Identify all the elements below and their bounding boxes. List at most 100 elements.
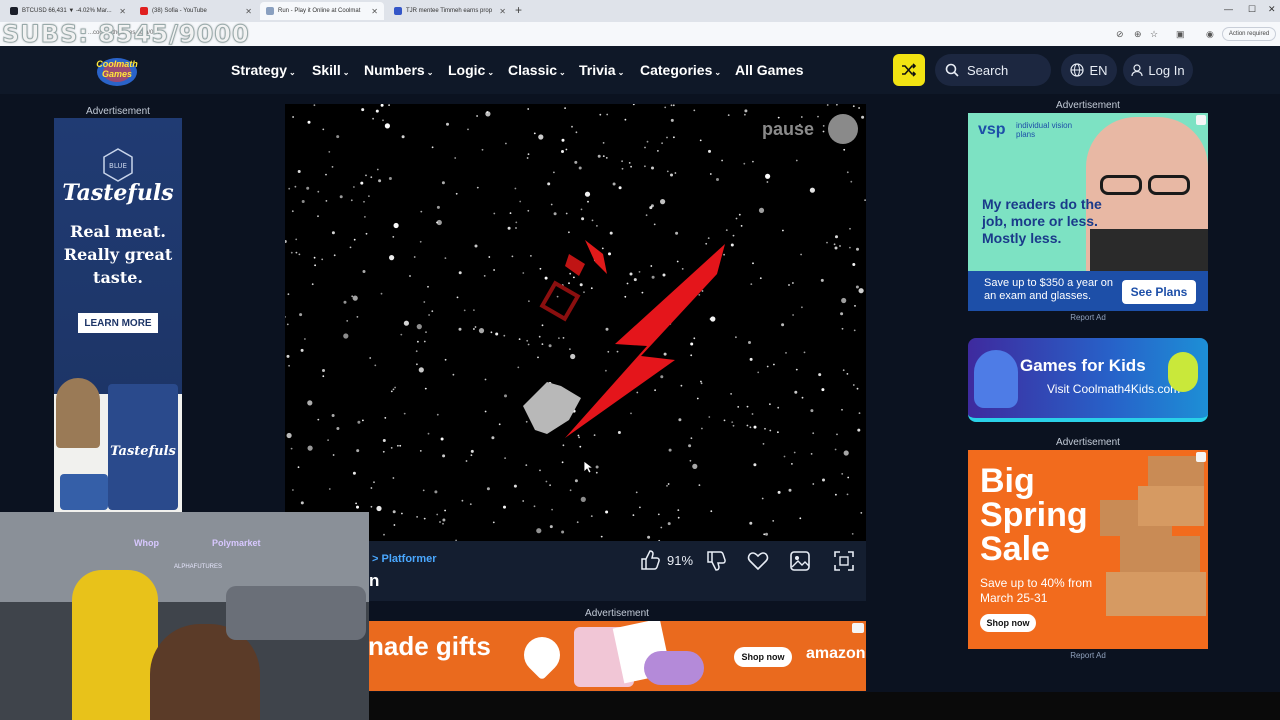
action-required-button[interactable]: Action required	[1222, 27, 1276, 41]
game-canvas[interactable]: pause	[285, 104, 866, 541]
chevron-down-icon: ⌄	[426, 68, 434, 77]
learn-more-button[interactable]: LEARN MORE	[78, 313, 158, 333]
close-icon[interactable]: ✕	[499, 7, 506, 16]
vsp-offer: Save up to $350 a year on an exam and gl…	[984, 277, 1114, 302]
browser-tab[interactable]: (38) Sofia - YouTube ✕	[134, 2, 258, 20]
nav-label: Skill	[312, 62, 341, 78]
language-button[interactable]: EN	[1061, 54, 1117, 86]
see-plans-button[interactable]: See Plans	[1122, 280, 1196, 304]
vsp-ad[interactable]: vsp individual vision plans My readers d…	[968, 113, 1208, 311]
fullscreen-icon[interactable]	[833, 550, 855, 572]
runner-character	[523, 382, 581, 434]
youtube-icon	[140, 7, 148, 15]
ad-brand: Tastefuls	[62, 180, 174, 206]
close-icon[interactable]: ✕	[371, 7, 378, 16]
eye-off-icon[interactable]: ⊘	[1116, 29, 1124, 40]
small-bag-image	[60, 474, 108, 510]
nav-numbers[interactable]: Numbers ⌄	[364, 62, 433, 78]
ad-label: Advertisement	[1056, 100, 1120, 111]
nav-classic[interactable]: Classic ⌄	[508, 62, 566, 78]
browser-tab[interactable]: TJR mentee Timmeh earns prop ✕	[388, 2, 512, 20]
star-icon[interactable]: ☆	[1150, 29, 1158, 40]
login-label: Log In	[1148, 62, 1185, 78]
report-ad-link[interactable]: Report Ad	[968, 651, 1208, 660]
maximize-icon[interactable]: ☐	[1248, 4, 1256, 15]
alien-mascot-image	[1168, 352, 1198, 392]
cat-image	[56, 378, 100, 448]
thumbs-down-icon[interactable]	[705, 550, 727, 572]
shop-now-button[interactable]: Shop now	[734, 647, 792, 667]
tab-title: BTCUSD 66,431 ▼ -4.02% Mar...	[22, 8, 112, 14]
news-icon	[394, 7, 402, 15]
thumbs-up-icon[interactable]	[639, 549, 661, 571]
language-label: EN	[1089, 62, 1108, 78]
breadcrumb[interactable]: > Platformer	[372, 553, 437, 565]
neon-sign: Polymarket	[212, 538, 261, 548]
ad-headline: nade gifts	[368, 631, 491, 661]
food-bag-image: Tastefuls	[108, 384, 178, 510]
ad-label: Advertisement	[86, 106, 150, 117]
amazon-spring-sale-ad[interactable]: Big Spring Sale Save up to 40% from Marc…	[968, 450, 1208, 649]
profile-icon[interactable]: ◉	[1206, 29, 1214, 40]
webcam-overlay: Whop Polymarket ALPHAFUTURES	[0, 512, 369, 720]
close-window-icon[interactable]: ✕	[1268, 4, 1276, 15]
rating-percent: 91%	[667, 553, 694, 568]
nav-strategy[interactable]: Strategy ⌄	[231, 62, 296, 78]
nav-skill[interactable]: Skill ⌄	[312, 62, 350, 78]
adchoices-icon[interactable]	[1196, 115, 1206, 125]
heart-icon[interactable]	[747, 551, 769, 571]
browser-tab[interactable]: BTCUSD 66,431 ▼ -4.02% Mar... ✕	[4, 2, 132, 20]
search-button[interactable]: Search	[935, 54, 1051, 86]
logo-text: Coolmath	[96, 59, 138, 69]
report-ad-link[interactable]: Report Ad	[968, 313, 1208, 322]
tab-title: TJR mentee Timmeh earns prop	[406, 8, 493, 14]
nav-logic[interactable]: Logic ⌄	[448, 62, 494, 78]
search-label: Search	[967, 62, 1009, 78]
game-toolbar: > Platformer n 91%	[285, 541, 866, 601]
nav-label: Strategy	[231, 62, 288, 78]
adchoices-icon[interactable]	[852, 623, 864, 633]
red-shard	[565, 254, 585, 276]
bottom-strip	[369, 692, 1280, 720]
nav-all-games[interactable]: All Games	[735, 62, 803, 78]
octopus-mascot-image	[974, 350, 1018, 408]
sale-headline: Big Spring Sale	[980, 462, 1088, 568]
pause-button[interactable]	[828, 114, 858, 144]
adchoices-icon[interactable]	[1196, 452, 1206, 462]
neon-sign: Whop	[134, 538, 159, 548]
zoom-icon[interactable]: ⊕	[1134, 29, 1142, 40]
red-shard	[585, 240, 607, 274]
nav-label: Logic	[448, 62, 486, 78]
chevron-down-icon: ⌄	[289, 68, 296, 77]
pause-label[interactable]: pause	[762, 119, 814, 140]
left-ad-tastefuls[interactable]: BLUE Tastefuls Real meat. Really great t…	[54, 118, 182, 512]
tab-title: (38) Sofia - YouTube	[152, 8, 207, 14]
browser-tab-active[interactable]: Run - Play it Online at Coolmat ✕	[260, 2, 384, 20]
ad-label: Advertisement	[1056, 437, 1120, 448]
heart-tag-image	[516, 629, 568, 681]
login-button[interactable]: Log In	[1123, 54, 1193, 86]
box-image	[1120, 536, 1200, 572]
extensions-icon[interactable]: ▣	[1176, 29, 1185, 40]
shirt-image	[1090, 229, 1208, 275]
games-for-kids-banner[interactable]: Games for Kids Visit Coolmath4Kids.com	[968, 338, 1208, 422]
glasses-image	[1100, 175, 1142, 195]
share-image-icon[interactable]	[789, 550, 811, 572]
neon-sign: ALPHAFUTURES	[174, 564, 223, 570]
shop-now-button[interactable]: Shop now	[980, 614, 1036, 632]
vsp-offer-bar: Save up to $350 a year on an exam and gl…	[968, 271, 1208, 311]
minimize-icon[interactable]: —	[1224, 4, 1233, 14]
nav-categories[interactable]: Categories ⌄	[640, 62, 721, 78]
close-icon[interactable]: ✕	[119, 7, 126, 16]
bottom-ad-amazon[interactable]: nade gifts Shop now amazon	[368, 621, 866, 691]
game-title: n	[369, 571, 380, 590]
sale-offer: Save up to 40% from March 25-31	[980, 576, 1093, 605]
coolmath-logo[interactable]: Coolmath Games	[88, 55, 146, 87]
kids-title: Games for Kids	[1020, 356, 1146, 375]
ad-headline: Real meat. Really great taste.	[63, 222, 173, 287]
chevron-down-icon: ⌄	[559, 68, 566, 77]
close-icon[interactable]: ✕	[245, 7, 252, 16]
new-tab-button[interactable]: +	[515, 3, 522, 17]
nav-trivia[interactable]: Trivia ⌄	[579, 62, 624, 78]
shuffle-button[interactable]	[893, 54, 925, 86]
